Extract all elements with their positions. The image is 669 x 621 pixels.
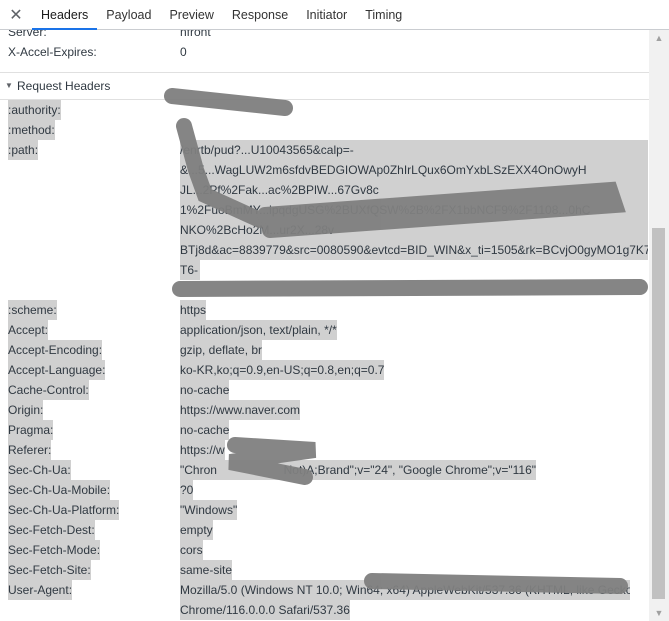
header-row-accept: Accept: application/json, text/plain, */… <box>0 320 649 340</box>
header-row-origin: Origin: https://www.naver.com <box>0 400 649 420</box>
header-name: Cache-Control: <box>8 380 89 400</box>
header-row-scheme: :scheme: https <box>0 300 649 320</box>
tab-timing[interactable]: Timing <box>356 0 411 29</box>
header-row-cache-control: Cache-Control: no-cache <box>0 380 649 400</box>
header-value: ?0 <box>180 480 194 500</box>
header-row-accept-language: Accept-Language: ko-KR,ko;q=0.9,en-US;q=… <box>0 360 649 380</box>
scroll-down-arrow-icon[interactable]: ▼ <box>649 605 669 621</box>
header-name: Pragma: <box>8 420 54 440</box>
header-value: https://w <box>180 440 225 460</box>
header-row-authority: :authority: <box>0 100 649 120</box>
scroll-up-arrow-icon[interactable]: ▲ <box>649 30 669 46</box>
path-line: BTj8d&ac=8839779&src=0080590&evtcd=BID_W… <box>180 240 648 260</box>
header-name: Accept: <box>8 320 49 340</box>
header-row-sec-ch-ua-platform: Sec-Ch-Ua-Platform: "Windows" <box>0 500 649 520</box>
header-row-sec-fetch-mode: Sec-Fetch-Mode: cors <box>0 540 649 560</box>
header-name: Accept-Encoding: <box>8 340 103 360</box>
header-value: "Windows" <box>180 500 238 520</box>
header-value: Mozilla/5.0 (Windows NT 10.0; Win64; x64… <box>180 580 630 600</box>
header-value: gzip, deflate, br <box>180 340 263 360</box>
path-value: /enrtb/pud?...U10043565&calp=- &...5...W… <box>180 140 648 280</box>
scrollbar-thumb[interactable] <box>652 228 665 599</box>
redaction-stroke <box>172 279 648 297</box>
tab-response[interactable]: Response <box>223 0 297 29</box>
header-name: Sec-Ch-Ua-Mobile: <box>8 480 111 500</box>
header-value: Chrome/116.0.0.0 Safari/537.36 <box>180 600 350 620</box>
header-name: Sec-Ch-Ua: <box>8 460 71 480</box>
close-icon[interactable]: ✕ <box>0 0 32 29</box>
header-value: 0 <box>180 45 187 59</box>
path-line: NKO%2BcHo2M...ur2X...28v <box>180 220 648 240</box>
header-name: Server: <box>8 30 47 39</box>
header-value: no-cache <box>180 420 230 440</box>
header-value: "Chron Not)A;Brand";v="24", "Google Chro… <box>180 460 537 480</box>
header-value: ko-KR,ko;q=0.9,en-US;q=0.8,en;q=0.7 <box>180 360 385 380</box>
header-name: :scheme: <box>8 300 57 320</box>
header-value: empty <box>180 520 213 540</box>
header-row-x-accel-expires: X-Accel-Expires: 0 <box>0 42 649 62</box>
header-row-pragma: Pragma: no-cache <box>0 420 649 440</box>
header-name: :method: <box>8 120 55 140</box>
header-name: Sec-Ch-Ua-Platform: <box>8 500 120 520</box>
header-name: :path: <box>8 140 39 160</box>
header-row-user-agent: User-Agent: Mozilla/5.0 (Windows NT 10.0… <box>0 580 649 600</box>
header-row-server: Server: nfront <box>0 30 649 42</box>
header-row-sec-fetch-site: Sec-Fetch-Site: same-site <box>0 560 649 580</box>
vertical-scrollbar[interactable]: ▲ ▼ <box>649 30 669 621</box>
header-row-method: :method: <box>0 120 649 140</box>
header-name: Accept-Language: <box>8 360 106 380</box>
tab-initiator[interactable]: Initiator <box>297 0 356 29</box>
header-row-sec-ch-ua-mobile: Sec-Ch-Ua-Mobile: ?0 <box>0 480 649 500</box>
header-value: same-site <box>180 560 233 580</box>
header-value: no-cache <box>180 380 230 400</box>
header-name: Sec-Fetch-Mode: <box>8 540 101 560</box>
header-value: cors <box>180 540 203 560</box>
header-name: X-Accel-Expires: <box>8 45 97 59</box>
devtools-tab-bar: ✕ Headers Payload Preview Response Initi… <box>0 0 669 30</box>
header-value: https://www.naver.com <box>180 400 301 420</box>
header-name: Sec-Fetch-Dest: <box>8 520 95 540</box>
header-name: :authority: <box>8 100 61 120</box>
tab-payload[interactable]: Payload <box>97 0 160 29</box>
path-line: T6- <box>180 260 200 280</box>
header-value: application/json, text/plain, */* <box>180 320 337 340</box>
triangle-down-icon[interactable]: ▼ <box>5 73 13 99</box>
header-row-sec-ch-ua: Sec-Ch-Ua: "Chron Not)A;Brand";v="24", "… <box>0 460 649 480</box>
path-line: JL...2Pf%2Fak...ac%2BPlW...67Gv8c <box>180 180 648 200</box>
request-headers-section-header[interactable]: ▼ Request Headers <box>0 73 649 100</box>
header-row-accept-encoding: Accept-Encoding: gzip, deflate, br <box>0 340 649 360</box>
header-row-referer: Referer: https://w <box>0 440 649 460</box>
tab-preview[interactable]: Preview <box>160 0 222 29</box>
header-name: Origin: <box>8 400 44 420</box>
header-value: https <box>180 300 207 320</box>
header-row-sec-fetch-dest: Sec-Fetch-Dest: empty <box>0 520 649 540</box>
path-line: 1%2FuoBmMY...ipqdgUSG%2BUXfQSW%2B%2FX1bb… <box>180 200 648 220</box>
header-name: User-Agent: <box>8 580 73 600</box>
header-name: Referer: <box>8 440 52 460</box>
path-line: /enrtb/pud?...U10043565&calp=- <box>180 140 648 160</box>
path-line: &...5...WagLUW2m6sfdvBEDGIOWAp0ZhIrLQux6… <box>180 160 648 180</box>
section-title: Request Headers <box>17 79 111 93</box>
header-name: Sec-Fetch-Site: <box>8 560 91 580</box>
header-value: nfront <box>180 30 211 39</box>
header-row-user-agent-cont: Chrome/116.0.0.0 Safari/537.36 <box>0 600 649 620</box>
headers-panel: Server: nfront X-Accel-Expires: 0 ▼ Requ… <box>0 30 649 621</box>
tab-headers[interactable]: Headers <box>32 0 98 30</box>
